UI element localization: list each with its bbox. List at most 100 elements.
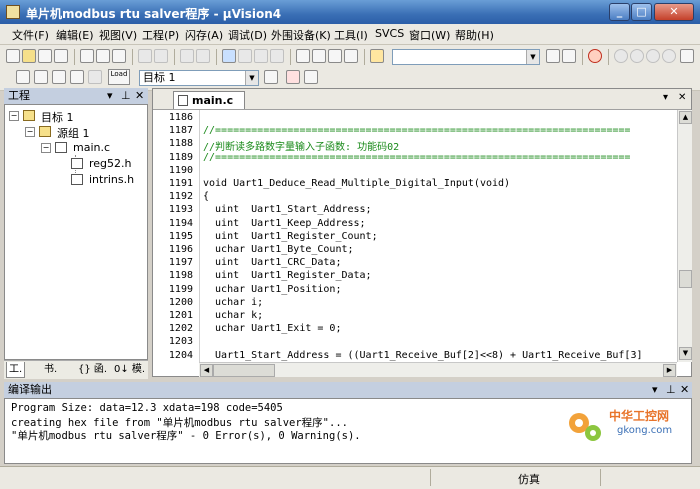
manage-components-icon[interactable] <box>286 70 300 84</box>
editor-tab-main-c[interactable]: main.c <box>173 91 245 109</box>
batch-build-icon[interactable] <box>70 70 84 84</box>
debug-session-icon[interactable] <box>588 49 602 63</box>
code-line: uint Uart1_Start_Address; <box>203 204 372 216</box>
tab-project[interactable]: 工. <box>6 362 26 378</box>
toolbar-separator <box>608 49 609 65</box>
menu-flash[interactable]: 闪存(A) <box>185 27 223 43</box>
download-button[interactable]: Load <box>108 69 130 85</box>
line-number: 1193 <box>168 204 193 216</box>
close-icon[interactable]: ✕ <box>135 88 144 104</box>
tree-target[interactable]: 目标 1 <box>41 109 74 125</box>
toolbar-separator <box>582 49 583 65</box>
maximize-button[interactable]: □ <box>631 3 652 21</box>
comment-icon[interactable] <box>328 49 342 63</box>
find-icon[interactable] <box>546 49 560 63</box>
line-number: 1202 <box>168 323 193 335</box>
undo-icon[interactable] <box>138 49 152 63</box>
tab-list-icon[interactable]: ▾ <box>663 92 668 103</box>
tree-file[interactable]: main.c <box>73 141 110 154</box>
code-area[interactable]: //======================================… <box>199 110 677 362</box>
scroll-right-icon[interactable]: ▶ <box>663 364 676 377</box>
find-in-files-icon[interactable] <box>370 49 384 63</box>
expand-toggle-icon[interactable]: − <box>25 127 35 137</box>
toolbar-separator <box>364 49 365 65</box>
enable-breakpoint-icon[interactable] <box>630 49 644 63</box>
rebuild-icon[interactable] <box>52 70 66 84</box>
prev-bookmark-icon[interactable] <box>238 49 252 63</box>
insert-breakpoint-icon[interactable] <box>614 49 628 63</box>
configure-icon[interactable] <box>680 49 694 63</box>
target-options-icon[interactable] <box>264 70 278 84</box>
horizontal-scrollbar[interactable]: ◀ ▶ <box>199 362 677 377</box>
menu-svcs[interactable]: SVCS <box>375 27 404 40</box>
build-icon[interactable] <box>34 70 48 84</box>
close-icon[interactable]: ✕ <box>680 382 689 398</box>
tree-include[interactable]: reg52.h <box>89 157 132 170</box>
menu-debug[interactable]: 调试(D) <box>228 27 267 43</box>
menu-tools[interactable]: 工具(I) <box>334 27 368 43</box>
unindent-icon[interactable] <box>312 49 326 63</box>
tab-books[interactable]: 书. <box>42 362 59 377</box>
pin-icon[interactable]: ⊥ <box>666 382 676 398</box>
cut-icon[interactable] <box>80 49 94 63</box>
save-all-icon[interactable] <box>54 49 68 63</box>
scroll-up-icon[interactable]: ▲ <box>679 111 692 124</box>
target-select[interactable]: 目标 1 ▼ <box>139 70 259 86</box>
code-line: uchar i; <box>203 296 264 308</box>
uncomment-icon[interactable] <box>344 49 358 63</box>
scroll-down-icon[interactable]: ▼ <box>679 347 692 360</box>
open-file-icon[interactable] <box>22 49 36 63</box>
bookmark-icon[interactable] <box>222 49 236 63</box>
pin-icon[interactable]: ⊥ <box>121 88 131 104</box>
status-bar: 仿真 <box>0 466 700 489</box>
tab-functions[interactable]: {} 函. <box>76 362 109 377</box>
incremental-find-icon[interactable] <box>562 49 576 63</box>
menu-window[interactable]: 窗口(W) <box>409 27 450 43</box>
status-divider <box>430 469 431 486</box>
find-combo[interactable]: ▼ <box>392 49 540 65</box>
tree-include[interactable]: intrins.h <box>89 173 134 186</box>
tab-templates[interactable]: 0↓ 模. <box>112 362 147 377</box>
redo-icon[interactable] <box>154 49 168 63</box>
translate-icon[interactable] <box>16 70 30 84</box>
menu-project[interactable]: 工程(P) <box>142 27 179 43</box>
menu-bar: 文件(F) 编辑(E) 视图(V) 工程(P) 闪存(A) 调试(D) 外围设备… <box>0 24 700 45</box>
code-line: //======================================… <box>203 125 631 137</box>
tree-group[interactable]: 源组 1 <box>57 125 90 141</box>
nav-back-icon[interactable] <box>180 49 194 63</box>
menu-file[interactable]: 文件(F) <box>12 27 49 43</box>
line-number: 1203 <box>168 336 193 348</box>
menu-peripherals[interactable]: 外围设备(K) <box>271 27 331 43</box>
vertical-scrollbar[interactable]: ▲ ▼ <box>677 110 692 362</box>
scroll-thumb[interactable] <box>679 270 692 288</box>
expand-toggle-icon[interactable]: − <box>41 143 51 153</box>
kill-breakpoints-icon[interactable] <box>662 49 676 63</box>
panel-menu-icon[interactable]: ▾ <box>107 88 113 104</box>
panel-menu-icon[interactable]: ▾ <box>652 382 658 398</box>
close-icon[interactable]: ✕ <box>678 92 686 103</box>
watermark-url: gkong.com <box>617 425 673 436</box>
nav-forward-icon[interactable] <box>196 49 210 63</box>
disable-breakpoints-icon[interactable] <box>646 49 660 63</box>
project-panel-title: 工程 <box>8 89 30 102</box>
new-file-icon[interactable] <box>6 49 20 63</box>
copy-icon[interactable] <box>96 49 110 63</box>
scroll-left-icon[interactable]: ◀ <box>200 364 213 377</box>
menu-view[interactable]: 视图(V) <box>99 27 137 43</box>
download-label: Load <box>110 70 128 78</box>
minimize-button[interactable]: _ <box>609 3 630 21</box>
file-icon <box>178 95 188 106</box>
menu-edit[interactable]: 编辑(E) <box>56 27 94 43</box>
indent-icon[interactable] <box>296 49 310 63</box>
expand-toggle-icon[interactable]: − <box>9 111 19 121</box>
menu-help[interactable]: 帮助(H) <box>455 27 494 43</box>
select-packs-icon[interactable] <box>304 70 318 84</box>
paste-icon[interactable] <box>112 49 126 63</box>
close-button[interactable]: ✕ <box>654 3 694 21</box>
scroll-thumb[interactable] <box>213 364 275 377</box>
stop-build-icon[interactable] <box>88 70 102 84</box>
line-number: 1198 <box>168 270 193 282</box>
clear-bookmarks-icon[interactable] <box>270 49 284 63</box>
save-icon[interactable] <box>38 49 52 63</box>
next-bookmark-icon[interactable] <box>254 49 268 63</box>
